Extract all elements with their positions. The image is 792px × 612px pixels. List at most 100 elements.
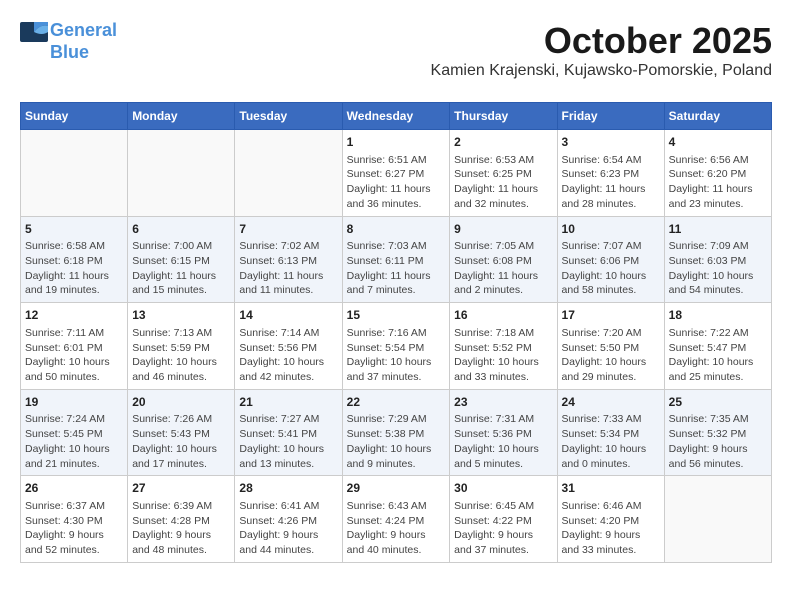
calendar-cell: 9Sunrise: 7:05 AM Sunset: 6:08 PM Daylig… [450, 216, 557, 303]
day-info: Sunrise: 7:33 AM Sunset: 5:34 PM Dayligh… [562, 412, 660, 471]
day-number: 18 [669, 307, 767, 324]
day-number: 9 [454, 221, 552, 238]
weekday-header-monday: Monday [128, 103, 235, 130]
day-number: 2 [454, 134, 552, 151]
day-info: Sunrise: 6:43 AM Sunset: 4:24 PM Dayligh… [347, 499, 446, 558]
day-number: 24 [562, 394, 660, 411]
day-number: 25 [669, 394, 767, 411]
day-info: Sunrise: 7:00 AM Sunset: 6:15 PM Dayligh… [132, 239, 230, 298]
day-number: 3 [562, 134, 660, 151]
calendar-table: SundayMondayTuesdayWednesdayThursdayFrid… [20, 102, 772, 563]
calendar-cell: 24Sunrise: 7:33 AM Sunset: 5:34 PM Dayli… [557, 389, 664, 476]
weekday-header-sunday: Sunday [21, 103, 128, 130]
month-title: October 2025 [431, 20, 772, 62]
day-number: 28 [239, 480, 337, 497]
calendar-cell: 6Sunrise: 7:00 AM Sunset: 6:15 PM Daylig… [128, 216, 235, 303]
calendar-cell: 25Sunrise: 7:35 AM Sunset: 5:32 PM Dayli… [664, 389, 771, 476]
calendar-cell: 12 Sunrise: 7:11 AM Sunset: 6:01 PM Dayli… [21, 303, 128, 390]
calendar-cell: 10Sunrise: 7:07 AM Sunset: 6:06 PM Dayli… [557, 216, 664, 303]
day-number: 11 [669, 221, 767, 238]
day-number: 16 [454, 307, 552, 324]
calendar-week-2: 5Sunrise: 6:58 AM Sunset: 6:18 PM Daylig… [21, 216, 772, 303]
day-info: Sunrise: 6:51 AM Sunset: 6:27 PM Dayligh… [347, 153, 446, 212]
calendar-cell: 5Sunrise: 6:58 AM Sunset: 6:18 PM Daylig… [21, 216, 128, 303]
weekday-header-wednesday: Wednesday [342, 103, 450, 130]
weekday-header-row: SundayMondayTuesdayWednesdayThursdayFrid… [21, 103, 772, 130]
day-number: 4 [669, 134, 767, 151]
day-info: Sunrise: 7:24 AM Sunset: 5:45 PM Dayligh… [25, 412, 123, 471]
calendar-cell [128, 130, 235, 217]
day-number: 5 [25, 221, 123, 238]
day-info: Sunrise: 7:27 AM Sunset: 5:41 PM Dayligh… [239, 412, 337, 471]
day-number: 29 [347, 480, 446, 497]
calendar-cell: 22Sunrise: 7:29 AM Sunset: 5:38 PM Dayli… [342, 389, 450, 476]
day-info: Sunrise: 6:46 AM Sunset: 4:20 PM Dayligh… [562, 499, 660, 558]
day-info: Sunrise: 6:41 AM Sunset: 4:26 PM Dayligh… [239, 499, 337, 558]
calendar-cell: 19Sunrise: 7:24 AM Sunset: 5:45 PM Dayli… [21, 389, 128, 476]
calendar-cell: 23Sunrise: 7:31 AM Sunset: 5:36 PM Dayli… [450, 389, 557, 476]
day-info: Sunrise: 7:22 AM Sunset: 5:47 PM Dayligh… [669, 326, 767, 385]
day-info: Sunrise: 6:37 AM Sunset: 4:30 PM Dayligh… [25, 499, 123, 558]
day-info: Sunrise: 7:26 AM Sunset: 5:43 PM Dayligh… [132, 412, 230, 471]
day-info: Sunrise: 6:45 AM Sunset: 4:22 PM Dayligh… [454, 499, 552, 558]
day-number: 26 [25, 480, 123, 497]
calendar-cell [235, 130, 342, 217]
weekday-header-saturday: Saturday [664, 103, 771, 130]
day-number: 19 [25, 394, 123, 411]
weekday-header-thursday: Thursday [450, 103, 557, 130]
calendar-cell: 27 Sunrise: 6:39 AM Sunset: 4:28 PM Dayli… [128, 476, 235, 563]
title-section: October 2025 Kamien Krajenski, Kujawsko-… [431, 20, 772, 90]
calendar-cell: 28 Sunrise: 6:41 AM Sunset: 4:26 PM Dayli… [235, 476, 342, 563]
day-number: 1 [347, 134, 446, 151]
calendar-cell: 14 Sunrise: 7:14 AM Sunset: 5:56 PM Dayli… [235, 303, 342, 390]
calendar-cell: 26 Sunrise: 6:37 AM Sunset: 4:30 PM Dayli… [21, 476, 128, 563]
day-info: Sunrise: 7:02 AM Sunset: 6:13 PM Dayligh… [239, 239, 337, 298]
calendar-cell: 15 Sunrise: 7:16 AM Sunset: 5:54 PM Dayli… [342, 303, 450, 390]
day-number: 31 [562, 480, 660, 497]
day-number: 14 [239, 307, 337, 324]
weekday-header-tuesday: Tuesday [235, 103, 342, 130]
calendar-week-5: 26 Sunrise: 6:37 AM Sunset: 4:30 PM Dayli… [21, 476, 772, 563]
calendar-cell [21, 130, 128, 217]
day-number: 15 [347, 307, 446, 324]
day-number: 20 [132, 394, 230, 411]
day-info: Sunrise: 6:39 AM Sunset: 4:28 PM Dayligh… [132, 499, 230, 558]
calendar-cell [664, 476, 771, 563]
calendar-cell: 16Sunrise: 7:18 AM Sunset: 5:52 PM Dayli… [450, 303, 557, 390]
calendar-cell: 2Sunrise: 6:53 AM Sunset: 6:25 PM Daylig… [450, 130, 557, 217]
calendar-cell: 3 Sunrise: 6:54 AM Sunset: 6:23 PM Daylig… [557, 130, 664, 217]
day-info: Sunrise: 7:14 AM Sunset: 5:56 PM Dayligh… [239, 326, 337, 385]
day-info: Sunrise: 6:54 AM Sunset: 6:23 PM Dayligh… [562, 153, 660, 212]
day-info: Sunrise: 7:16 AM Sunset: 5:54 PM Dayligh… [347, 326, 446, 385]
day-info: Sunrise: 7:31 AM Sunset: 5:36 PM Dayligh… [454, 412, 552, 471]
day-info: Sunrise: 7:03 AM Sunset: 6:11 PM Dayligh… [347, 239, 446, 298]
calendar-cell: 17 Sunrise: 7:20 AM Sunset: 5:50 PM Dayli… [557, 303, 664, 390]
logo: General Blue [20, 20, 117, 63]
day-info: Sunrise: 7:11 AM Sunset: 6:01 PM Dayligh… [25, 326, 123, 385]
calendar-cell: 29 Sunrise: 6:43 AM Sunset: 4:24 PM Dayli… [342, 476, 450, 563]
day-number: 27 [132, 480, 230, 497]
day-number: 13 [132, 307, 230, 324]
calendar-cell: 30Sunrise: 6:45 AM Sunset: 4:22 PM Dayli… [450, 476, 557, 563]
day-info: Sunrise: 6:58 AM Sunset: 6:18 PM Dayligh… [25, 239, 123, 298]
day-info: Sunrise: 7:09 AM Sunset: 6:03 PM Dayligh… [669, 239, 767, 298]
day-info: Sunrise: 7:29 AM Sunset: 5:38 PM Dayligh… [347, 412, 446, 471]
day-number: 21 [239, 394, 337, 411]
day-number: 10 [562, 221, 660, 238]
calendar-cell: 7Sunrise: 7:02 AM Sunset: 6:13 PM Daylig… [235, 216, 342, 303]
day-number: 8 [347, 221, 446, 238]
day-number: 6 [132, 221, 230, 238]
day-number: 22 [347, 394, 446, 411]
location-title: Kamien Krajenski, Kujawsko-Pomorskie, Po… [431, 62, 772, 80]
day-info: Sunrise: 7:20 AM Sunset: 5:50 PM Dayligh… [562, 326, 660, 385]
calendar-cell: 11Sunrise: 7:09 AM Sunset: 6:03 PM Dayli… [664, 216, 771, 303]
day-number: 17 [562, 307, 660, 324]
day-info: Sunrise: 7:07 AM Sunset: 6:06 PM Dayligh… [562, 239, 660, 298]
calendar-cell: 4Sunrise: 6:56 AM Sunset: 6:20 PM Daylig… [664, 130, 771, 217]
day-number: 12 [25, 307, 123, 324]
calendar-cell: 31 Sunrise: 6:46 AM Sunset: 4:20 PM Dayli… [557, 476, 664, 563]
calendar-cell: 21Sunrise: 7:27 AM Sunset: 5:41 PM Dayli… [235, 389, 342, 476]
weekday-header-friday: Friday [557, 103, 664, 130]
calendar-cell: 8Sunrise: 7:03 AM Sunset: 6:11 PM Daylig… [342, 216, 450, 303]
calendar-body: 1 Sunrise: 6:51 AM Sunset: 6:27 PM Daylig… [21, 130, 772, 563]
